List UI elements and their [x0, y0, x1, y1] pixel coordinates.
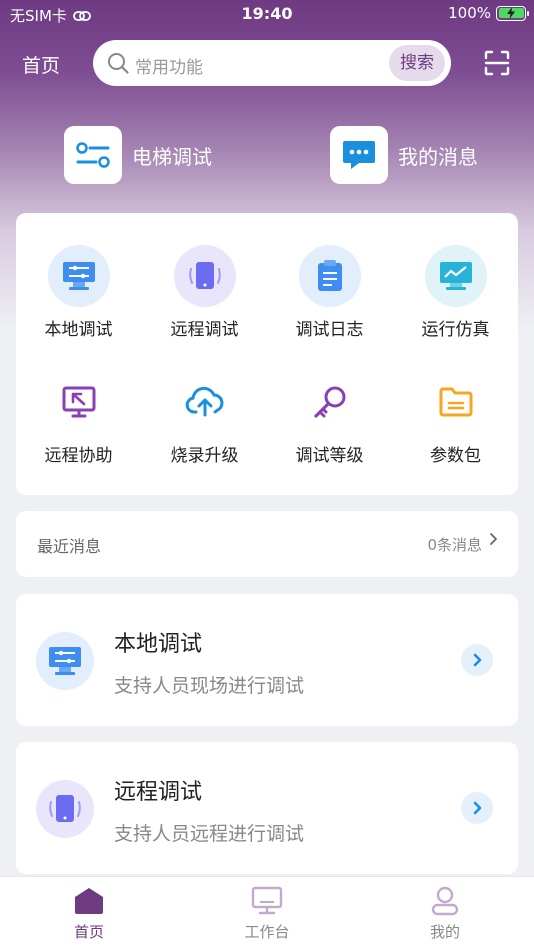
- local-monitor-icon: [47, 245, 110, 307]
- tab-workbench[interactable]: 工作台: [207, 885, 327, 942]
- tab-bar: 首页 工作台 我的: [0, 876, 534, 950]
- feature-description: 支持人员远程进行调试: [114, 823, 305, 845]
- chevron-right-icon: [473, 653, 482, 667]
- quick-link-label: 电梯调试: [132, 144, 212, 169]
- recent-messages-title: 最近消息: [37, 537, 102, 556]
- tab-mine[interactable]: 我的: [385, 885, 505, 942]
- tab-label: 工作台: [244, 923, 290, 941]
- function-param-package[interactable]: 参数包: [393, 371, 518, 466]
- tab-home[interactable]: 首页: [29, 885, 149, 942]
- chevron-right-icon: [473, 801, 482, 815]
- feature-title: 远程调试: [114, 780, 203, 805]
- feature-card-remote-debug[interactable]: 远程调试 支持人员远程进行调试: [16, 742, 518, 874]
- function-label: 调试等级: [295, 446, 364, 466]
- workbench-monitor-icon: [251, 886, 283, 915]
- function-flash-upgrade[interactable]: 烧录升级: [142, 371, 267, 466]
- function-debug-level[interactable]: 调试等级: [267, 371, 392, 466]
- quick-link-elevator[interactable]: 电梯调试: [64, 126, 212, 184]
- recent-messages-row[interactable]: 最近消息 0条消息: [16, 511, 518, 577]
- feature-card-local-debug[interactable]: 本地调试 支持人员现场进行调试: [16, 594, 518, 726]
- user-icon: [431, 886, 459, 916]
- key-icon: [299, 371, 361, 433]
- local-monitor-icon: [36, 632, 94, 690]
- function-local-debug[interactable]: 本地调试: [16, 245, 141, 340]
- quick-link-messages[interactable]: 我的消息: [330, 126, 478, 184]
- quick-link-label: 我的消息: [398, 144, 478, 169]
- message-bubble-icon: [330, 126, 388, 184]
- chevron-right-icon: [490, 533, 497, 545]
- function-label: 远程调试: [170, 320, 239, 340]
- search-input[interactable]: 常用功能: [135, 53, 203, 78]
- go-button[interactable]: [461, 644, 493, 676]
- function-label: 参数包: [430, 446, 481, 466]
- status-right: 100%: [448, 4, 529, 22]
- function-label: 运行仿真: [421, 320, 490, 340]
- cloud-upload-icon: [174, 371, 236, 433]
- function-debug-log[interactable]: 调试日志: [267, 245, 392, 340]
- function-label: 本地调试: [44, 320, 113, 340]
- battery-icon: [496, 5, 529, 21]
- feature-title: 本地调试: [114, 632, 203, 657]
- simulation-chart-icon: [424, 245, 487, 307]
- function-remote-debug[interactable]: 远程调试: [142, 245, 267, 340]
- home-icon: [75, 888, 103, 914]
- scan-icon[interactable]: [484, 50, 510, 76]
- search-icon: [108, 53, 129, 74]
- message-count: 0条消息: [427, 536, 482, 554]
- search-bar[interactable]: 常用功能 搜索: [93, 40, 451, 86]
- function-label: 调试日志: [295, 320, 364, 340]
- top-navigation: 首页 常用功能 搜索: [0, 38, 534, 88]
- tab-label: 首页: [73, 923, 104, 941]
- function-label: 烧录升级: [170, 446, 239, 466]
- function-simulation[interactable]: 运行仿真: [393, 245, 518, 340]
- battery-percent: 100%: [448, 4, 491, 22]
- remote-tablet-icon: [36, 780, 94, 838]
- toggle-sliders-icon: [64, 126, 122, 184]
- go-button[interactable]: [461, 792, 493, 824]
- remote-assist-icon: [48, 371, 110, 433]
- folder-icon: [425, 371, 487, 433]
- function-label: 远程协助: [44, 446, 113, 466]
- remote-tablet-icon: [173, 245, 236, 307]
- tab-label: 我的: [429, 923, 460, 941]
- function-remote-assist[interactable]: 远程协助: [16, 371, 141, 466]
- status-bar: 无SIM卡 19:40 100%: [0, 0, 534, 28]
- function-grid-card: 本地调试 远程调试 调试日志 运行仿真 远程协助 烧录升级 调试等级 参数包: [16, 213, 518, 495]
- log-clipboard-icon: [298, 245, 361, 307]
- page-title: 首页: [22, 55, 61, 77]
- feature-description: 支持人员现场进行调试: [114, 675, 305, 697]
- search-button[interactable]: 搜索: [389, 45, 445, 81]
